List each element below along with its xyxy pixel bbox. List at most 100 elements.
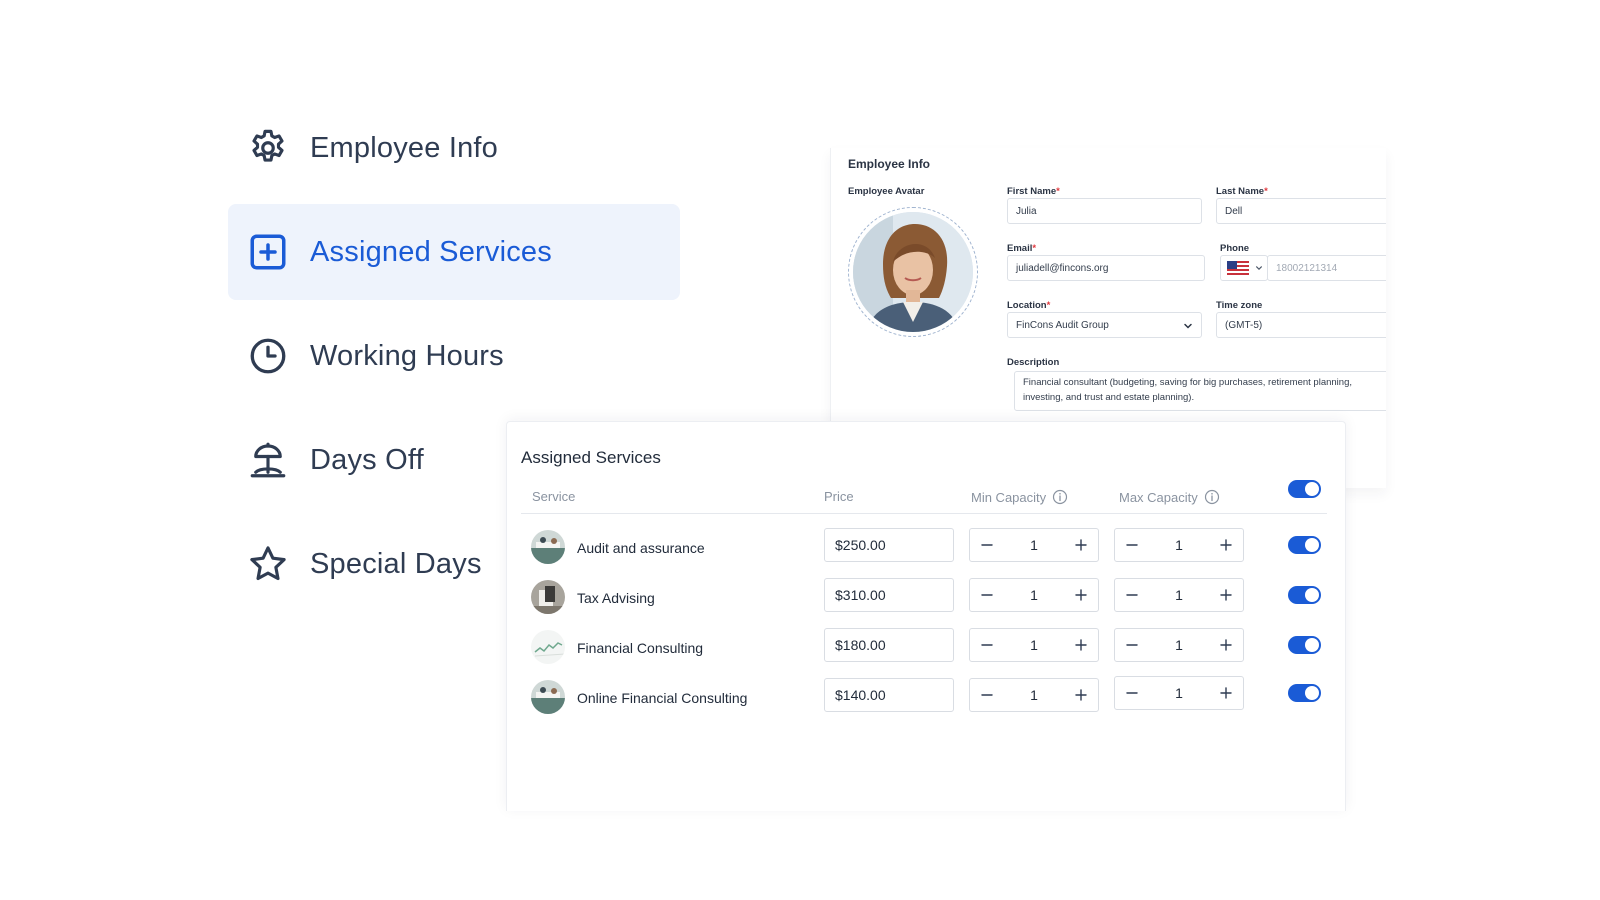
email-label: Email* [1007,243,1037,254]
min-capacity-stepper: 1 [969,528,1099,562]
header-max-capacity-label: Max Capacity [1119,489,1198,505]
star-icon [246,542,290,586]
last-name-label: Last Name* [1216,186,1268,197]
max-capacity-stepper: 1 [1114,528,1244,562]
service-toggle[interactable] [1288,536,1321,554]
service-toggle[interactable] [1288,636,1321,654]
description-line: Financial consultant (budgeting, saving … [1023,377,1352,388]
plus-icon[interactable] [1072,586,1090,604]
location-select[interactable]: FinCons Audit Group [1007,312,1202,338]
minus-icon[interactable] [1123,536,1141,554]
service-name: Audit and assurance [577,540,705,556]
description-label: Description [1007,357,1060,368]
min-capacity-value[interactable]: 1 [1030,687,1038,703]
last-name-field[interactable]: Dell [1216,198,1386,224]
employee-info-title: Employee Info [848,157,931,171]
info-icon[interactable] [1052,489,1068,505]
plus-icon[interactable] [1217,636,1235,654]
price-input[interactable]: $250.00 [824,528,954,562]
price-input[interactable]: $140.00 [824,678,954,712]
assigned-services-title: Assigned Services [521,448,661,467]
service-thumbnail [531,680,565,714]
minus-icon[interactable] [1123,684,1141,702]
plus-square-icon [246,230,290,274]
plus-icon[interactable] [1217,536,1235,554]
table-row: Tax Advising $310.00 1 1 [507,578,1347,618]
header-price: Price [824,489,854,504]
assigned-services-card: Assigned Services Service Price Min Capa… [506,421,1346,811]
minus-icon[interactable] [1123,636,1141,654]
service-thumbnail [531,630,565,664]
table-row: Financial Consulting $180.00 1 1 [507,628,1347,668]
min-capacity-value[interactable]: 1 [1030,637,1038,653]
gear-icon [246,126,290,170]
header-min-capacity: Min Capacity [971,489,1068,505]
phone-label: Phone [1220,243,1250,254]
service-name: Financial Consulting [577,640,704,656]
price-input[interactable]: $310.00 [824,578,954,612]
timezone-select[interactable]: (GMT-5) [1216,312,1386,338]
plus-icon[interactable] [1217,684,1235,702]
service-name: Tax Advising [577,590,655,606]
nav-label-assigned-services: Assigned Services [310,235,552,268]
service-toggle[interactable] [1288,684,1321,702]
nav-item-working-hours[interactable]: Working Hours [228,308,680,404]
email-field[interactable]: juliadell@fincons.org [1007,255,1205,281]
min-capacity-stepper: 1 [969,678,1099,712]
max-capacity-stepper: 1 [1114,676,1244,710]
minus-icon[interactable] [1123,586,1141,604]
max-capacity-value[interactable]: 1 [1175,587,1183,603]
description-field[interactable]: Financial consultant (budgeting, saving … [1014,371,1386,411]
plus-icon[interactable] [1217,586,1235,604]
toggle-all-services[interactable] [1288,480,1321,498]
header-min-capacity-label: Min Capacity [971,489,1047,505]
nav-label-employee-info: Employee Info [310,131,498,164]
min-capacity-stepper: 1 [969,628,1099,662]
max-capacity-value[interactable]: 1 [1175,637,1183,653]
table-header-divider [521,513,1327,514]
max-capacity-stepper: 1 [1114,628,1244,662]
nav-label-special-days: Special Days [310,547,482,580]
service-name: Online Financial Consulting [577,690,748,706]
max-capacity-stepper: 1 [1114,578,1244,612]
clock-icon [246,334,290,378]
nav-item-assigned-services[interactable]: Assigned Services [228,204,680,300]
plus-icon[interactable] [1072,686,1090,704]
minus-icon[interactable] [978,586,996,604]
max-capacity-value[interactable]: 1 [1175,685,1183,701]
service-thumbnail [531,580,565,614]
max-capacity-value[interactable]: 1 [1175,537,1183,553]
min-capacity-value[interactable]: 1 [1030,537,1038,553]
table-row: Audit and assurance $250.00 1 1 [507,528,1347,568]
avatar-label: Employee Avatar [848,186,925,197]
description-line: investing, and trust and estate planning… [1023,392,1195,403]
beach-umbrella-icon [246,438,290,482]
header-max-capacity: Max Capacity [1119,489,1220,505]
service-thumbnail [531,530,565,564]
info-icon[interactable] [1204,489,1220,505]
avatar-upload[interactable] [848,207,978,337]
price-input[interactable]: $180.00 [824,628,954,662]
table-row: Online Financial Consulting $140.00 1 1 [507,676,1347,718]
nav-label-working-hours: Working Hours [310,339,504,372]
country-code-select[interactable] [1220,255,1268,281]
service-toggle[interactable] [1288,586,1321,604]
first-name-label: First Name* [1007,186,1060,197]
chevron-down-icon [1184,323,1192,329]
location-label: Location* [1007,300,1051,311]
minus-icon[interactable] [978,536,996,554]
location-value: FinCons Audit Group [1016,319,1109,331]
first-name-field[interactable]: Julia [1007,198,1202,224]
phone-field[interactable]: 18002121314 [1267,255,1386,281]
min-capacity-value[interactable]: 1 [1030,587,1038,603]
chevron-down-icon [1256,266,1262,270]
nav-item-employee-info[interactable]: Employee Info [228,100,680,196]
nav-label-days-off: Days Off [310,443,424,476]
plus-icon[interactable] [1072,536,1090,554]
min-capacity-stepper: 1 [969,578,1099,612]
us-flag-icon [1227,261,1249,275]
plus-icon[interactable] [1072,636,1090,654]
header-service: Service [532,489,576,504]
minus-icon[interactable] [978,636,996,654]
minus-icon[interactable] [978,686,996,704]
